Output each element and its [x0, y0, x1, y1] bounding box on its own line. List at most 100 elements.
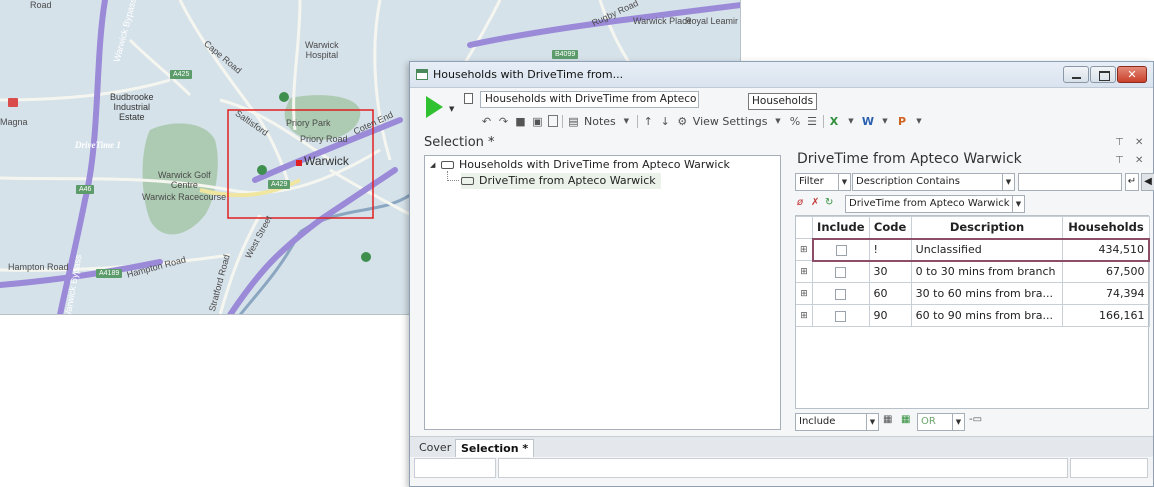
window-titlebar[interactable]: Households with DriveTime from... — [410, 62, 1153, 88]
road-shield-a4189: A4189 — [96, 269, 123, 278]
close-button[interactable] — [1117, 66, 1147, 83]
selection-tree[interactable]: ◢ Households with DriveTime from Apteco … — [424, 155, 781, 430]
powerpoint-export-icon[interactable]: P — [896, 115, 909, 128]
expand-icon[interactable]: ⊞ — [796, 282, 814, 305]
pin-icon[interactable]: ⊤ — [1115, 155, 1124, 166]
tree-child-node[interactable]: DriveTime from Apteco Warwick — [461, 173, 661, 189]
view-settings-label[interactable]: View Settings — [693, 115, 768, 128]
description-cell: Unclassified — [910, 237, 1064, 262]
pane-close-icon[interactable]: ✕ — [1135, 137, 1143, 148]
notes-icon[interactable]: ▤ — [567, 115, 580, 128]
map-label-golf-centre: Warwick Golf Centre — [158, 170, 211, 190]
description-cell: 0 to 30 mins from branch — [910, 260, 1064, 283]
table-row[interactable]: ⊞ ! Unclassified 434,510 — [796, 237, 1151, 262]
include-checkbox[interactable] — [835, 288, 847, 300]
tree-collapse-icon[interactable]: ◢ — [430, 161, 435, 169]
tree-child-label: DriveTime from Apteco Warwick — [479, 174, 656, 187]
codes-table: Include Code Description Households ⊞ ! … — [796, 216, 1151, 327]
calendar-icon[interactable]: ▦ — [883, 414, 892, 425]
column-header-households[interactable]: Households — [1062, 216, 1150, 239]
variable-row: ø ✗ ↻ DriveTime from Apteco Warwick ▼ — [797, 195, 1037, 213]
households-cell: 74,394 — [1062, 282, 1150, 305]
map-label-warwick: Warwick — [304, 154, 349, 168]
tab-strip: Cover Selection * — [410, 436, 1153, 457]
table-icon[interactable]: ▦ — [901, 414, 910, 425]
map-label-racecourse: Warwick Racecourse — [142, 192, 227, 202]
pin-icon[interactable]: ⊤ — [1115, 137, 1124, 148]
chevron-down-icon: ▼ — [866, 414, 878, 430]
column-header-code[interactable]: Code — [868, 216, 912, 239]
sort-desc-icon[interactable]: ↓ — [659, 115, 672, 128]
powerpoint-dropdown-chevron-icon[interactable]: ▼ — [913, 115, 926, 128]
filter-mode-select[interactable]: Description Contains ▼ — [852, 173, 1015, 191]
grid-icon[interactable]: ☰ — [806, 115, 819, 128]
filter-select[interactable]: Filter ▼ — [795, 173, 851, 191]
pane-close-icon[interactable]: ✕ — [1135, 155, 1143, 166]
sort-asc-icon[interactable]: ↑ — [642, 115, 655, 128]
variable-select-value: DriveTime from Apteco Warwick — [849, 198, 1010, 209]
link-icon[interactable]: % — [789, 115, 802, 128]
save-icon[interactable]: ▣ — [531, 115, 544, 128]
excel-dropdown-chevron-icon[interactable]: ▼ — [845, 115, 858, 128]
column-header-include[interactable]: Include — [812, 216, 870, 239]
map-point — [257, 165, 267, 175]
include-checkbox-cell[interactable] — [812, 282, 870, 305]
word-dropdown-chevron-icon[interactable]: ▼ — [879, 115, 892, 128]
include-checkbox[interactable] — [835, 266, 847, 278]
excel-export-icon[interactable]: X — [828, 115, 841, 128]
remove-filter-icon[interactable]: ✗ — [811, 197, 819, 208]
include-checkbox-cell[interactable] — [812, 304, 870, 327]
maximize-button[interactable] — [1090, 66, 1116, 83]
right-pane-title: DriveTime from Apteco Warwick — [797, 151, 1022, 167]
settings-icon[interactable]: ⚙ — [676, 115, 689, 128]
include-checkbox[interactable] — [835, 310, 847, 322]
table-row[interactable]: ⊞ 30 0 to 30 mins from branch 67,500 — [796, 260, 1150, 283]
codes-grid[interactable]: Include Code Description Households ⊞ ! … — [795, 215, 1151, 409]
include-checkbox-cell[interactable] — [811, 237, 870, 262]
refresh-icon[interactable]: ↻ — [825, 197, 833, 208]
tab-cover[interactable]: Cover — [414, 439, 456, 457]
logic-mode-value: OR — [921, 416, 936, 427]
tree-root-node[interactable]: Households with DriveTime from Apteco Wa… — [441, 157, 730, 173]
clear-filter-icon[interactable]: ø — [797, 197, 803, 208]
filter-apply-icon[interactable]: ↵ — [1125, 173, 1139, 191]
tab-selection[interactable]: Selection * — [455, 439, 535, 457]
notes-label[interactable]: Notes — [584, 115, 616, 128]
selection-name-field[interactable]: Households with DriveTime from Apteco Wa… — [480, 91, 699, 108]
include-checkbox-cell[interactable] — [812, 260, 870, 283]
map-label-drivetime: DriveTime 1 — [75, 140, 121, 150]
road-shield-b4099: B4099 — [552, 50, 579, 59]
word-export-icon[interactable]: W — [862, 115, 875, 128]
include-mode-select[interactable]: Include ▼ — [795, 413, 879, 431]
window-title: Households with DriveTime from... — [433, 68, 624, 81]
toolbar-separator — [822, 114, 824, 128]
table-row[interactable]: ⊞ 90 60 to 90 mins from bra... 166,161 — [796, 304, 1150, 327]
delete-icon[interactable] — [548, 115, 558, 127]
lock-icon[interactable]: ■ — [514, 115, 527, 128]
redo-icon[interactable]: ↷ — [497, 115, 510, 128]
include-row: Include ▼ ▦ ▦ OR ▼ -▭ — [795, 413, 1095, 431]
minimize-button[interactable] — [1063, 66, 1089, 83]
expand-icon[interactable]: ⊞ — [796, 260, 814, 283]
toolbar: ▼ Households with DriveTime from Apteco … — [410, 89, 1153, 133]
expand-icon[interactable]: ⊞ — [796, 238, 814, 261]
add-node-icon[interactable]: -▭ — [969, 414, 982, 425]
window-icon — [416, 69, 428, 80]
road-shield-a46: A46 — [76, 185, 95, 194]
run-play-icon[interactable] — [426, 96, 443, 118]
notes-dropdown-chevron-icon[interactable]: ▼ — [620, 115, 633, 128]
variable-select[interactable]: DriveTime from Apteco Warwick ▼ — [845, 195, 1025, 213]
include-checkbox[interactable] — [835, 244, 847, 256]
view-settings-dropdown-chevron-icon[interactable]: ▼ — [772, 115, 785, 128]
table-row[interactable]: ⊞ 60 30 to 60 mins from bra... 74,394 — [796, 282, 1150, 305]
undo-icon[interactable]: ↶ — [480, 115, 493, 128]
filter-value-input[interactable] — [1018, 173, 1122, 191]
description-cell: 30 to 60 mins from bra... — [910, 282, 1064, 305]
toolbar-separator — [562, 114, 563, 128]
run-dropdown-chevron-icon[interactable]: ▼ — [449, 105, 454, 113]
scroll-left-icon[interactable]: ◀ — [1141, 173, 1154, 191]
logic-mode-select[interactable]: OR ▼ — [917, 413, 965, 431]
expand-icon[interactable]: ⊞ — [796, 304, 814, 327]
column-header-description[interactable]: Description — [910, 216, 1064, 239]
table-name-box[interactable]: Households — [748, 93, 818, 110]
